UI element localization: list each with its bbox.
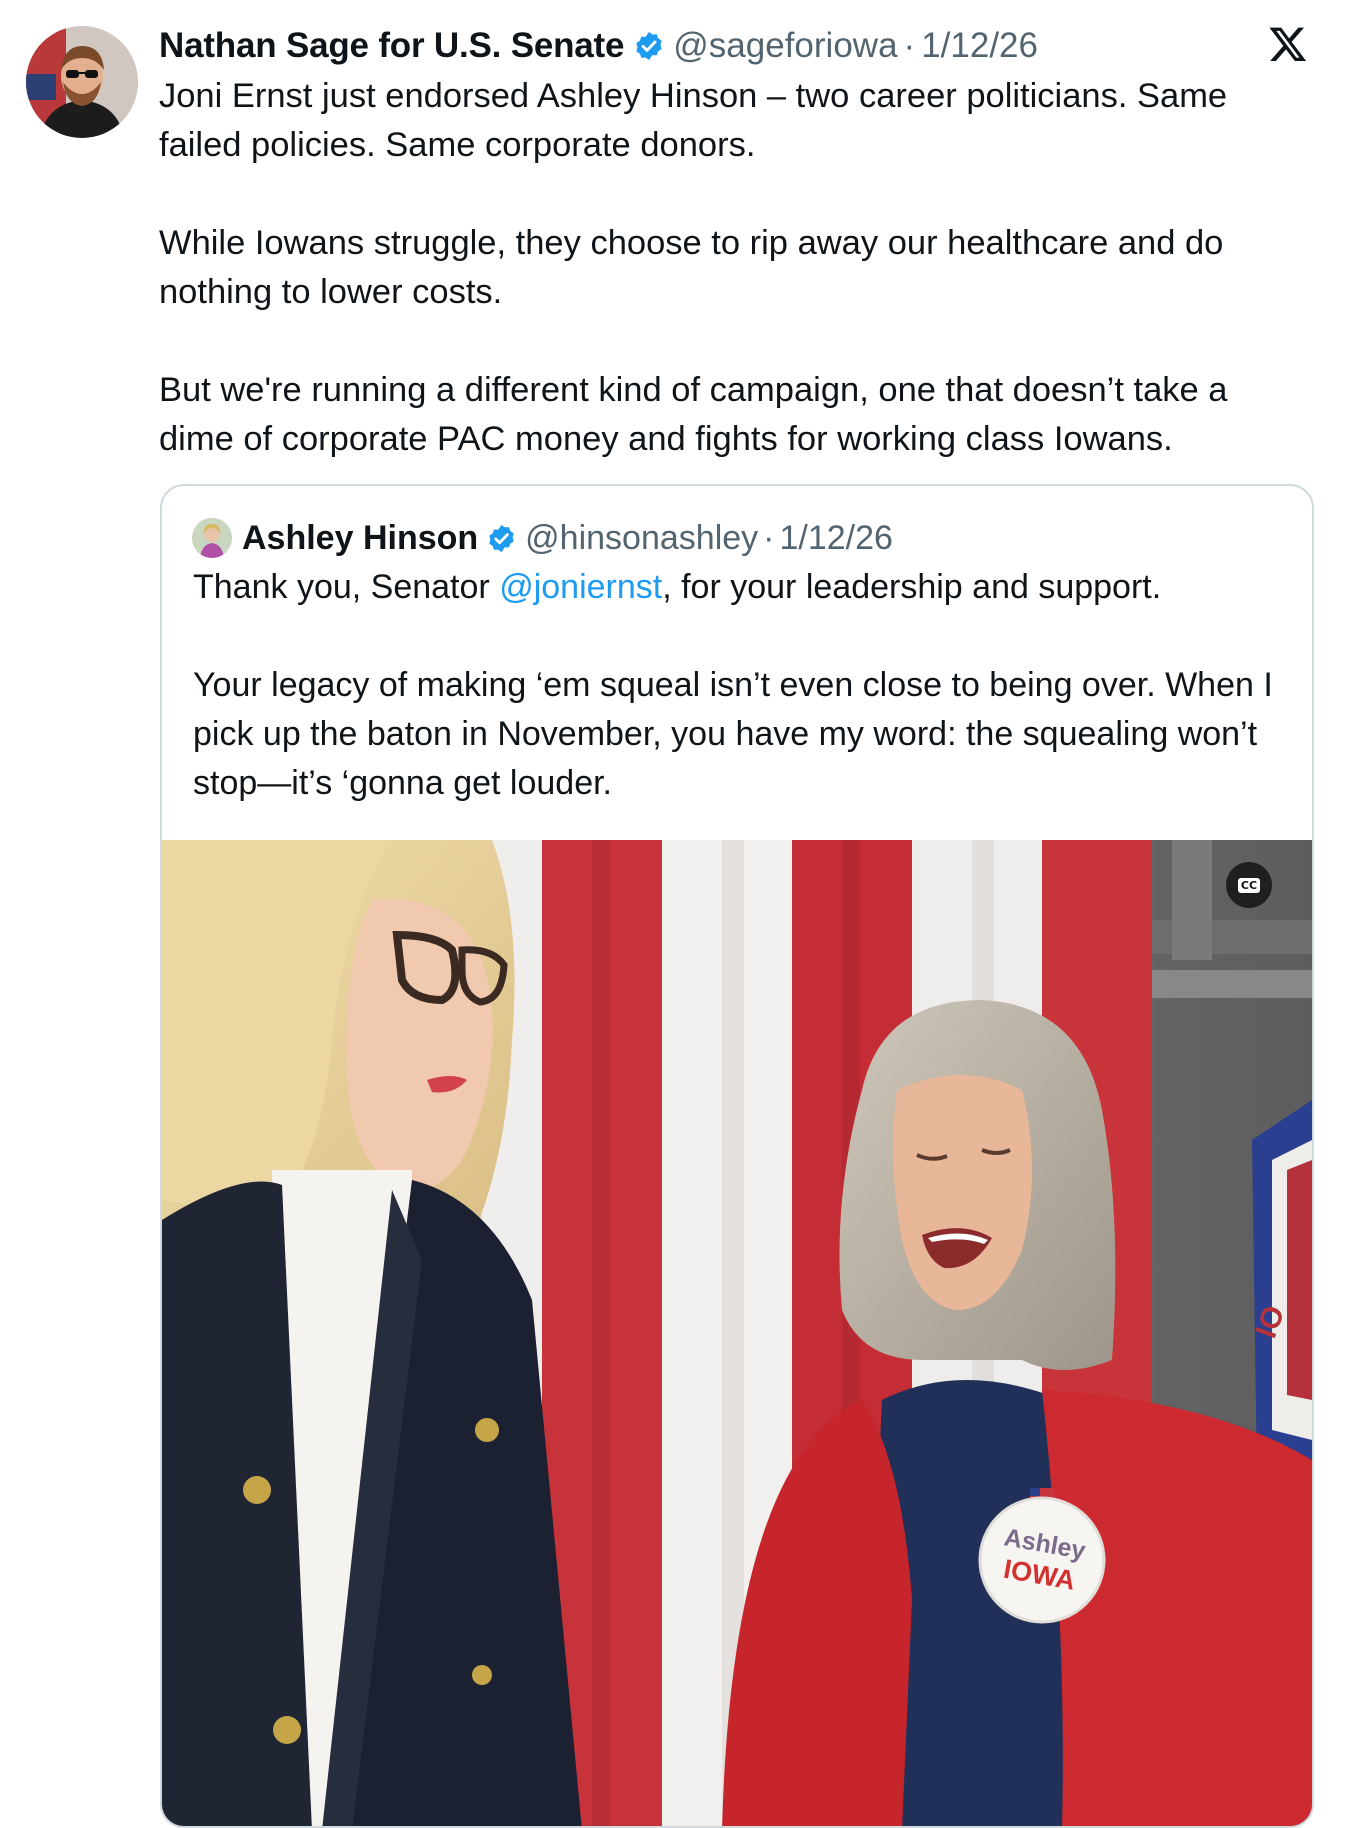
tweet-body: Joni Ernst just endorsed Ashley Hinson –… [159, 72, 1309, 464]
quoted-paragraph: Thank you, Senator @joniernst, for your … [193, 563, 1283, 612]
separator-dot: · [903, 26, 916, 65]
video-media[interactable]: IO Ashley IOWA CC [162, 840, 1312, 1826]
quoted-text: , for your leadership and support. [662, 568, 1162, 606]
video-still-image: IO Ashley IOWA [162, 840, 1312, 1826]
verified-badge-icon [633, 30, 665, 62]
quoted-tweet-header: Ashley Hinson @hinsonashley · 1/12/26 [192, 514, 893, 562]
author-avatar[interactable] [26, 26, 138, 138]
mention-link[interactable]: @joniernst [499, 568, 662, 606]
tweet-paragraph: While Iowans struggle, they choose to ri… [159, 224, 1224, 311]
quoted-author-avatar[interactable] [192, 518, 232, 558]
tweet-paragraph: Joni Ernst just endorsed Ashley Hinson –… [159, 77, 1228, 164]
quoted-tweet-body: Thank you, Senator @joniernst, for your … [193, 563, 1283, 808]
verified-badge-icon [486, 523, 517, 554]
tweet-paragraph: But we're running a different kind of ca… [159, 371, 1228, 458]
author-handle[interactable]: @sageforiowa [673, 26, 897, 66]
author-name[interactable]: Nathan Sage for U.S. Senate [159, 26, 624, 66]
quoted-paragraph: Your legacy of making ‘em squeal isn’t e… [193, 666, 1273, 802]
quoted-text: Thank you, Senator [193, 568, 500, 606]
avatar-photo [26, 26, 138, 138]
tweet-date[interactable]: 1/12/26 [921, 26, 1038, 66]
captions-button[interactable]: CC [1226, 862, 1272, 908]
tweet-header: Nathan Sage for U.S. Senate @sageforiowa… [159, 20, 1038, 72]
captions-icon: CC [1237, 877, 1261, 893]
quoted-tweet-card[interactable]: Ashley Hinson @hinsonashley · 1/12/26 Th… [160, 484, 1314, 1828]
quoted-tweet-date[interactable]: 1/12/26 [780, 519, 893, 558]
quoted-author-handle[interactable]: @hinsonashley [525, 519, 758, 558]
separator-dot: · [763, 518, 775, 557]
x-logo-icon[interactable] [1268, 24, 1308, 64]
quoted-author-name[interactable]: Ashley Hinson [242, 519, 478, 558]
